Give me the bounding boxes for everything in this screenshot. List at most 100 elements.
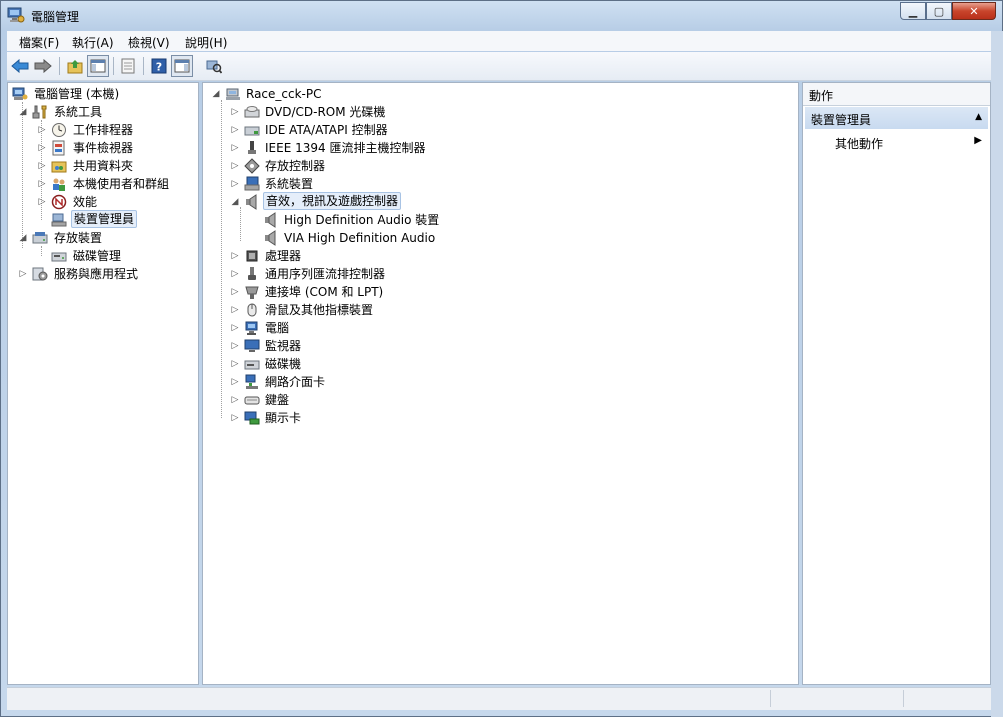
collapsed-triangle-icon[interactable]: ▷ bbox=[18, 265, 28, 283]
collapsed-triangle-icon[interactable]: ▷ bbox=[230, 103, 240, 121]
collapsed-triangle-icon[interactable]: ▷ bbox=[230, 283, 240, 301]
actions-section-device-manager[interactable]: 裝置管理員 ▲ bbox=[805, 107, 988, 129]
minimize-button[interactable]: ▁ bbox=[900, 2, 926, 20]
speaker-icon bbox=[246, 194, 257, 210]
action-label: 其他動作 bbox=[835, 137, 884, 151]
collapsed-triangle-icon[interactable]: ▷ bbox=[230, 175, 240, 193]
actions-header: 動作 bbox=[803, 83, 990, 106]
actions-pane: 動作 裝置管理員 ▲ 其他動作 ▶ bbox=[802, 82, 991, 685]
firewire-icon bbox=[248, 141, 256, 154]
collapsed-triangle-icon[interactable]: ▷ bbox=[230, 391, 240, 409]
collapsed-triangle-icon[interactable]: ▷ bbox=[230, 157, 240, 175]
collapsed-triangle-icon[interactable]: ▷ bbox=[37, 175, 47, 193]
expanded-triangle-icon[interactable]: ◢ bbox=[18, 103, 28, 121]
tree-guide-line bbox=[22, 102, 23, 248]
collapse-up-icon[interactable]: ▲ bbox=[975, 112, 982, 122]
collapsed-triangle-icon[interactable]: ▷ bbox=[230, 247, 240, 265]
status-bar bbox=[7, 687, 991, 710]
menu-help[interactable]: 說明(H) bbox=[185, 34, 227, 51]
forward-button[interactable] bbox=[32, 55, 54, 77]
tree-node-label: 事件檢視器 bbox=[73, 141, 134, 155]
tools-icon bbox=[32, 105, 47, 119]
scan-hardware-changes-button[interactable] bbox=[203, 55, 225, 77]
menu-bar: 檔案(F) 執行(A) 檢視(V) 說明(H) bbox=[7, 31, 991, 51]
menu-file[interactable]: 檔案(F) bbox=[19, 34, 59, 51]
performance-icon bbox=[51, 194, 67, 210]
storage-icon bbox=[32, 232, 48, 244]
folder-up-icon bbox=[67, 60, 83, 74]
tree-node-label: 效能 bbox=[73, 195, 98, 209]
title-bar[interactable]: 電腦管理 ▁ ▢ ✕ bbox=[1, 1, 1002, 31]
computer-management-icon bbox=[7, 7, 25, 23]
window-title: 電腦管理 bbox=[31, 10, 80, 24]
monitor-icon bbox=[244, 339, 260, 352]
collapsed-triangle-icon[interactable]: ▷ bbox=[37, 139, 47, 157]
network-adapter-icon bbox=[245, 374, 258, 389]
collapsed-triangle-icon[interactable]: ▷ bbox=[230, 301, 240, 319]
collapsed-triangle-icon[interactable]: ▷ bbox=[37, 193, 47, 211]
system-devices-icon bbox=[244, 176, 260, 191]
shared-folder-icon bbox=[51, 161, 67, 173]
collapsed-triangle-icon[interactable]: ▷ bbox=[230, 355, 240, 373]
computer-management-window: 電腦管理 ▁ ▢ ✕ 檔案(F) 執行(A) 檢視(V) 說明(H) ? 電腦管… bbox=[0, 0, 1003, 717]
collapsed-triangle-icon[interactable]: ▷ bbox=[230, 373, 240, 391]
collapsed-triangle-icon[interactable]: ▷ bbox=[230, 337, 240, 355]
device-category-label: IDE ATA/ATAPI 控制器 bbox=[265, 123, 388, 137]
export-list-button[interactable] bbox=[117, 55, 139, 77]
expanded-triangle-icon[interactable]: ◢ bbox=[211, 85, 221, 103]
show-hide-action-pane-button[interactable] bbox=[171, 55, 193, 77]
tree-node-label: 電腦管理 (本機) bbox=[34, 87, 120, 101]
clock-icon bbox=[52, 123, 66, 137]
status-cell bbox=[7, 690, 771, 707]
collapsed-triangle-icon[interactable]: ▷ bbox=[37, 157, 47, 175]
device-category-label: 網路介面卡 bbox=[265, 375, 326, 389]
maximize-button[interactable]: ▢ bbox=[926, 2, 952, 20]
help-button[interactable]: ? bbox=[148, 55, 170, 77]
computer-icon bbox=[245, 321, 258, 335]
disk-management-icon bbox=[51, 252, 67, 262]
device-category-label: 顯示卡 bbox=[265, 411, 302, 425]
maximize-icon: ▢ bbox=[933, 4, 945, 18]
collapsed-triangle-icon[interactable]: ▷ bbox=[230, 121, 240, 139]
device-manager-icon bbox=[51, 213, 67, 227]
tree-node-label: 系統工具 bbox=[54, 105, 103, 119]
up-one-level-button[interactable] bbox=[64, 55, 86, 77]
tree-guide-line bbox=[240, 207, 241, 241]
computer-icon bbox=[226, 88, 240, 100]
collapsed-triangle-icon[interactable]: ▷ bbox=[37, 121, 47, 139]
back-button[interactable] bbox=[9, 55, 31, 77]
tree-node-label: 裝置管理員 bbox=[71, 210, 138, 228]
help-icon: ? bbox=[151, 58, 167, 74]
device-category-label: IEEE 1394 匯流排主機控制器 bbox=[265, 141, 426, 155]
tree-node-label: 服務與應用程式 bbox=[54, 267, 139, 281]
menu-view[interactable]: 檢視(V) bbox=[128, 34, 170, 51]
collapsed-triangle-icon[interactable]: ▷ bbox=[230, 409, 240, 427]
device-category-label: 音效，視訊及遊戲控制器 bbox=[263, 192, 402, 210]
expanded-triangle-icon[interactable]: ◢ bbox=[18, 229, 28, 247]
toolbar-separator bbox=[143, 57, 144, 75]
menu-action[interactable]: 執行(A) bbox=[72, 34, 114, 51]
device-category-label: 鍵盤 bbox=[265, 393, 290, 407]
show-hide-console-tree-button[interactable] bbox=[87, 55, 109, 77]
caption-buttons: ▁ ▢ ✕ bbox=[900, 2, 996, 20]
expanded-triangle-icon[interactable]: ◢ bbox=[230, 193, 240, 211]
users-icon bbox=[53, 178, 65, 191]
submenu-arrow-icon: ▶ bbox=[974, 135, 982, 146]
status-cell bbox=[904, 690, 988, 707]
collapsed-triangle-icon[interactable]: ▷ bbox=[230, 319, 240, 337]
collapsed-triangle-icon[interactable]: ▷ bbox=[230, 139, 240, 157]
mouse-icon bbox=[247, 303, 257, 317]
console-tree-pane: 電腦管理 (本機) ◢ 系統工具 ▷ 工作排程器 ▷ 事件檢視器 ▷ 共用資料夾… bbox=[7, 82, 199, 685]
computer-management-icon bbox=[12, 87, 28, 100]
speaker-icon bbox=[265, 230, 276, 246]
close-button[interactable]: ✕ bbox=[952, 2, 996, 20]
collapsed-triangle-icon[interactable]: ▷ bbox=[230, 265, 240, 283]
toolbar-separator bbox=[113, 57, 114, 75]
dvd-drive-icon bbox=[244, 106, 260, 118]
device-category-label: 系統裝置 bbox=[265, 177, 314, 191]
tree-node-label: 本機使用者和群組 bbox=[73, 177, 170, 191]
disk-drive-icon bbox=[244, 360, 260, 370]
usb-icon bbox=[248, 267, 256, 280]
device-category-label: 監視器 bbox=[265, 339, 302, 353]
action-more-actions[interactable]: 其他動作 ▶ bbox=[803, 133, 990, 153]
